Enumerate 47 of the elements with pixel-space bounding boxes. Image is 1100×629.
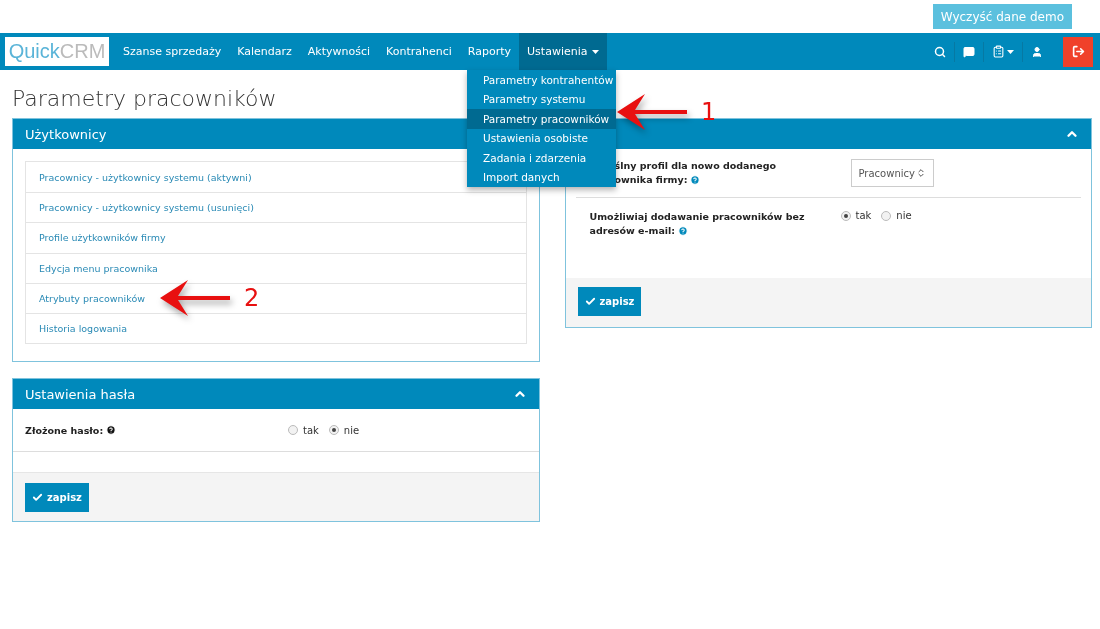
menu-item[interactable]: Parametry pracowników bbox=[467, 109, 616, 129]
save-button[interactable]: zapisz bbox=[25, 483, 89, 513]
radio-label: tak bbox=[303, 424, 319, 436]
menu-item[interactable]: Ustawienia osobiste bbox=[467, 128, 616, 148]
settings-link[interactable]: Profile użytkowników firmy bbox=[26, 222, 526, 253]
logout-button[interactable] bbox=[1063, 36, 1093, 67]
logout-icon bbox=[1071, 45, 1085, 58]
settings-link[interactable]: Pracownicy - użytkownicy systemu (usunięci) bbox=[26, 192, 526, 223]
setting-label: Złożone hasło: bbox=[25, 423, 104, 437]
logo[interactable]: QuickCRM bbox=[5, 37, 109, 66]
clear-demo-button[interactable]: Wyczyść dane demo bbox=[932, 4, 1072, 29]
menu-item[interactable]: Parametry systemu bbox=[467, 89, 616, 109]
menu-item[interactable]: Zadania i zdarzenia bbox=[467, 148, 616, 168]
settings-link[interactable]: Edycja menu pracownika bbox=[26, 252, 526, 283]
nav-item[interactable]: Ustawienia bbox=[519, 33, 607, 70]
radio-button[interactable] bbox=[328, 425, 339, 436]
radio-button[interactable] bbox=[881, 210, 892, 221]
nav-item[interactable]: Kontrahenci bbox=[378, 33, 460, 70]
arrow-icon bbox=[617, 92, 687, 132]
radio-button[interactable] bbox=[840, 210, 851, 221]
menu-item[interactable]: Import danych bbox=[467, 167, 616, 187]
help-icon[interactable] bbox=[106, 425, 117, 436]
setting-label: ownika firmy: bbox=[614, 173, 688, 187]
panel-title: Ustawienia hasła bbox=[25, 386, 136, 402]
nav-item[interactable]: Kalendarz bbox=[229, 33, 300, 70]
page-title: Parametry pracowników bbox=[12, 86, 277, 110]
menu-item[interactable]: Parametry kontrahentów bbox=[467, 70, 616, 90]
panel-title: Użytkownicy bbox=[25, 126, 107, 142]
nav-item[interactable]: Szanse sprzedaży bbox=[115, 33, 230, 70]
nav-item[interactable]: Raporty bbox=[459, 33, 520, 70]
save-button[interactable]: zapisz bbox=[577, 287, 642, 316]
radio-label: nie bbox=[896, 210, 912, 221]
profile-select[interactable]: Pracownicy bbox=[850, 159, 934, 187]
annotation-number: 1 bbox=[701, 100, 717, 124]
nav-item[interactable]: Aktywności bbox=[299, 33, 379, 70]
check-icon bbox=[32, 492, 43, 504]
setting-label: Umożliwiaj dodawanie pracowników bez bbox=[589, 210, 806, 224]
radio-label: tak bbox=[855, 210, 872, 221]
settings-link[interactable]: Historia logowania bbox=[26, 312, 526, 344]
setting-label: adresów e-mail: bbox=[589, 224, 676, 238]
sort-icon bbox=[915, 168, 926, 178]
radio-label: nie bbox=[343, 424, 360, 436]
arrow-icon bbox=[160, 278, 230, 318]
check-icon bbox=[584, 296, 596, 307]
annotation-number: 2 bbox=[244, 286, 260, 310]
setting-label: ślny profil dla nowo dodanego bbox=[614, 159, 778, 173]
radio-button[interactable] bbox=[288, 425, 298, 436]
